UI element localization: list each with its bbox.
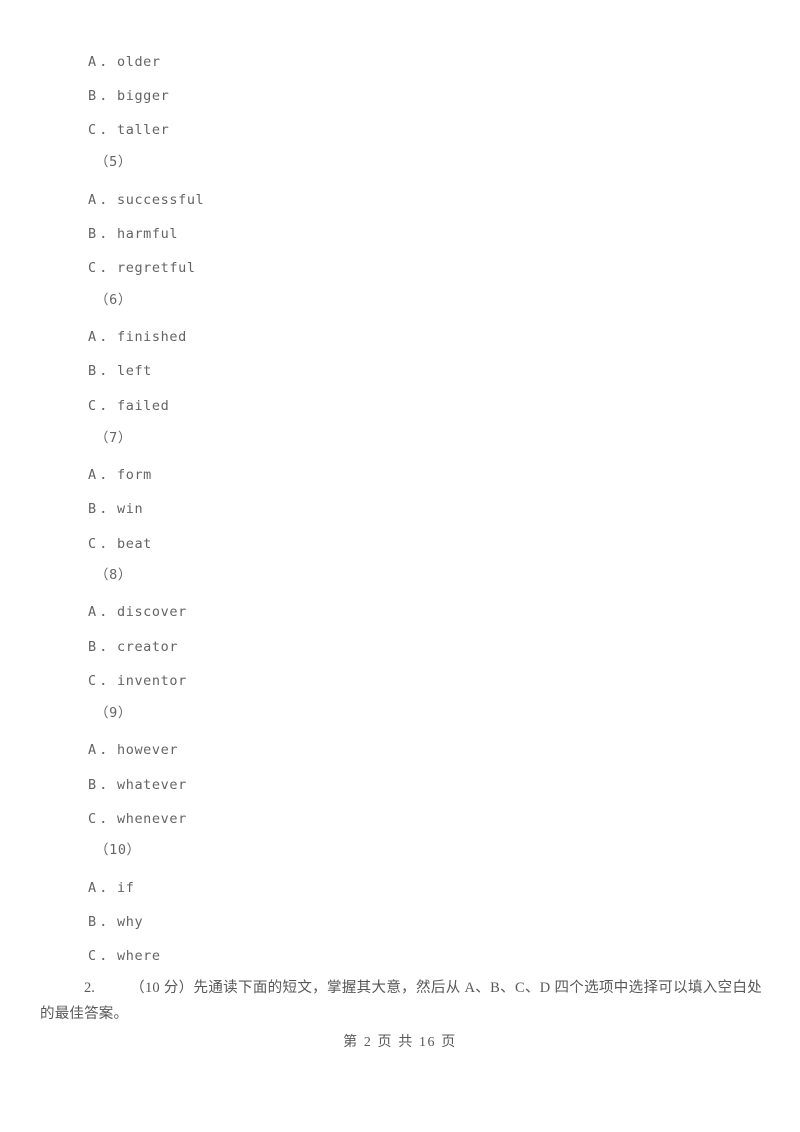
document-page: A ． older B ． bigger C ． taller （5） A ． successful B ．…: [0, 0, 800, 1132]
option-separator: ．: [99, 363, 115, 379]
option-c-18[interactable]: C ． inventor: [0, 664, 800, 699]
option-c-6[interactable]: C ． regretful: [0, 251, 800, 286]
option-letter: B: [88, 777, 97, 793]
blank-group-label: （7）: [95, 430, 132, 446]
option-a-12[interactable]: A ． form: [0, 458, 800, 493]
option-a-8[interactable]: A ． finished: [0, 320, 800, 355]
option-text: regretful: [117, 260, 196, 276]
option-text: finished: [117, 329, 187, 345]
blank-group-label: （10）: [95, 842, 141, 858]
option-separator: ．: [99, 639, 115, 655]
option-separator: ．: [99, 467, 115, 483]
option-separator: ．: [99, 226, 115, 242]
option-b-9[interactable]: B ． left: [0, 354, 800, 389]
option-letter: A: [88, 604, 97, 620]
option-text: creator: [117, 639, 179, 655]
option-separator: ．: [99, 811, 115, 827]
option-text: where: [117, 948, 161, 964]
option-letter: A: [88, 742, 97, 758]
option-text: bigger: [117, 88, 170, 104]
option-separator: ．: [99, 604, 115, 620]
option-letter: B: [88, 914, 97, 930]
option-letter: A: [88, 880, 97, 896]
option-separator: ．: [99, 914, 115, 930]
blank-group-label: （9）: [95, 705, 132, 721]
blank-group-label: （6）: [95, 292, 132, 308]
option-separator: ．: [99, 398, 115, 414]
option-c-10[interactable]: C ． failed: [0, 389, 800, 424]
option-b-25[interactable]: B ． why: [0, 905, 800, 940]
option-separator: ．: [99, 501, 115, 517]
option-letter: C: [88, 536, 97, 552]
option-b-5[interactable]: B ． harmful: [0, 217, 800, 252]
option-text: successful: [117, 192, 205, 208]
option-text: left: [117, 363, 152, 379]
option-a-4[interactable]: A ． successful: [0, 183, 800, 218]
option-text: if: [117, 880, 135, 896]
option-separator: ．: [99, 192, 115, 208]
option-text: beat: [117, 536, 152, 552]
option-separator: ．: [99, 260, 115, 276]
option-b-1[interactable]: B ． bigger: [0, 79, 800, 114]
option-letter: B: [88, 639, 97, 655]
option-letter: A: [88, 54, 97, 70]
option-text: however: [117, 742, 179, 758]
option-a-16[interactable]: A ． discover: [0, 595, 800, 630]
option-text: harmful: [117, 226, 179, 242]
option-text: older: [117, 54, 161, 70]
option-separator: ．: [99, 122, 115, 138]
option-text: form: [117, 467, 152, 483]
option-letter: B: [88, 88, 97, 104]
option-letter: A: [88, 329, 97, 345]
option-separator: ．: [99, 88, 115, 104]
option-letter: C: [88, 673, 97, 689]
option-c-2[interactable]: C ． taller: [0, 113, 800, 148]
blank-group-label: （5）: [95, 154, 132, 170]
blank-group-label: （8）: [95, 567, 132, 583]
question-stem-text: （10 分）先通读下面的短文，掌握其大意，然后从 A、B、C、D 四个选项中选择…: [40, 980, 762, 1022]
option-letter: B: [88, 363, 97, 379]
option-letter: C: [88, 398, 97, 414]
option-b-13[interactable]: B ． win: [0, 492, 800, 527]
option-letter: C: [88, 260, 97, 276]
option-a-24[interactable]: A ． if: [0, 871, 800, 906]
page-footer: 第 2 页 共 16 页: [343, 1035, 457, 1050]
question-number: 2.: [84, 980, 95, 996]
option-text: inventor: [117, 673, 187, 689]
option-letter: A: [88, 192, 97, 208]
option-separator: ．: [99, 742, 115, 758]
option-letter: A: [88, 467, 97, 483]
option-a-20[interactable]: A ． however: [0, 733, 800, 768]
option-separator: ．: [99, 880, 115, 896]
option-letter: B: [88, 226, 97, 242]
option-a-0[interactable]: A ． older: [0, 45, 800, 80]
option-letter: B: [88, 501, 97, 517]
option-b-17[interactable]: B ． creator: [0, 630, 800, 665]
option-c-26[interactable]: C ． where: [0, 939, 800, 974]
option-separator: ．: [99, 673, 115, 689]
option-letter: C: [88, 948, 97, 964]
option-separator: ．: [99, 329, 115, 345]
option-letter: C: [88, 122, 97, 138]
option-separator: ．: [99, 536, 115, 552]
option-text: whatever: [117, 777, 187, 793]
option-b-21[interactable]: B ． whatever: [0, 768, 800, 803]
option-text: discover: [117, 604, 187, 620]
question-stem-2: 2. （10 分）先通读下面的短文，掌握其大意，然后从 A、B、C、D 四个选项中…: [40, 975, 762, 1027]
option-text: why: [117, 914, 144, 930]
option-c-14[interactable]: C ． beat: [0, 527, 800, 562]
option-separator: ．: [99, 777, 115, 793]
option-text: whenever: [117, 811, 187, 827]
option-separator: ．: [99, 54, 115, 70]
option-separator: ．: [99, 948, 115, 964]
option-letter: C: [88, 811, 97, 827]
option-text: failed: [117, 398, 170, 414]
option-text: taller: [117, 122, 170, 138]
option-c-22[interactable]: C ． whenever: [0, 802, 800, 837]
option-text: win: [117, 501, 144, 517]
